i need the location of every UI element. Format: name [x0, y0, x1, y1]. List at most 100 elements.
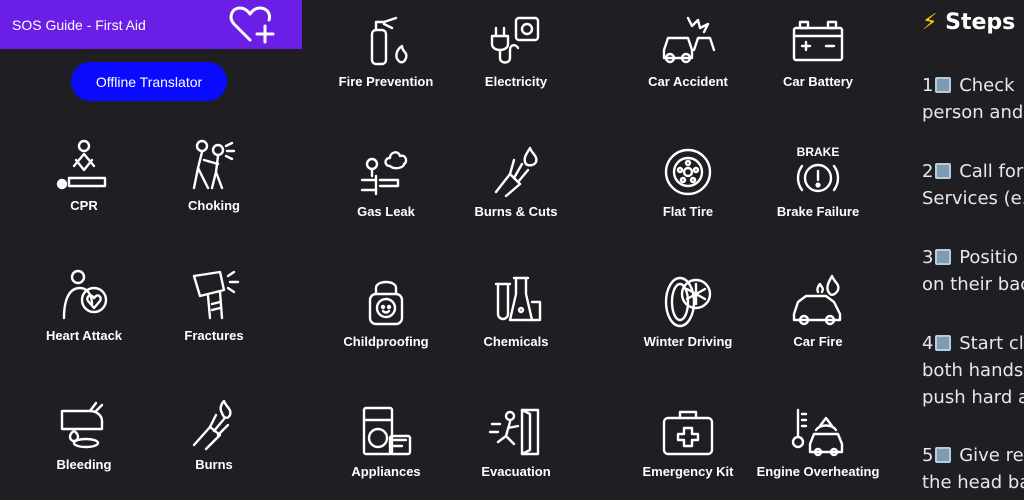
tile-label: Brake Failure	[776, 204, 860, 219]
emergency-exit-icon	[488, 408, 540, 456]
tire-icon	[664, 148, 712, 196]
burns-icon	[192, 399, 232, 451]
step-item: 3 Positio on their bac	[922, 244, 1024, 298]
tile-appliances[interactable]: Appliances	[321, 404, 451, 479]
step-item: 1 Check person and	[922, 72, 1023, 126]
tile-label: Burns & Cuts	[474, 204, 558, 219]
brake-label: BRAKE	[797, 145, 840, 159]
tile-label: Electricity	[484, 74, 548, 89]
tile-label: Fractures	[184, 328, 244, 343]
tile-label: CPR	[70, 198, 98, 213]
bleeding-icon	[60, 401, 104, 449]
tile-label: Choking	[188, 198, 240, 213]
gas-leak-icon	[360, 151, 408, 196]
tile-car-accident[interactable]: Car Accident	[623, 14, 753, 89]
step-number: 5	[922, 445, 934, 466]
tile-label: Bleeding	[56, 457, 112, 472]
step-text: Call for	[959, 161, 1024, 182]
step-number: 4	[922, 333, 934, 354]
tile-emergency-kit[interactable]: Emergency Kit	[623, 404, 753, 479]
offline-translator-button[interactable]: Offline Translator	[71, 62, 227, 101]
tile-label: Engine Overheating	[756, 464, 880, 479]
winter-tire-icon	[664, 276, 712, 328]
tile-chemicals[interactable]: Chemicals	[451, 274, 581, 349]
tile-electricity[interactable]: Electricity	[451, 14, 581, 89]
tile-bleeding[interactable]: Bleeding	[19, 397, 149, 472]
tile-gas-leak[interactable]: Gas Leak	[321, 144, 451, 219]
tile-label: Childproofing	[343, 334, 429, 349]
step-text: both hands	[922, 360, 1024, 381]
step-text: the head ba	[922, 472, 1024, 493]
tile-label: Evacuation	[481, 464, 551, 479]
steps-panel: ⚡ Steps 1 Check person and 2 Call for Se…	[922, 0, 1024, 500]
engine-overheating-icon	[791, 408, 844, 457]
tile-winter-driving[interactable]: Winter Driving	[623, 274, 753, 349]
lightning-icon: ⚡	[922, 10, 938, 35]
tile-fire-prevention[interactable]: Fire Prevention	[321, 14, 451, 89]
square-icon	[935, 447, 952, 463]
square-icon	[935, 249, 952, 265]
tile-childproofing[interactable]: Childproofing	[321, 274, 451, 349]
step-text: Check	[959, 75, 1015, 96]
tile-label: Winter Driving	[643, 334, 733, 349]
step-text: Start cl	[959, 333, 1024, 354]
step-item: 4 Start cl both hands push hard a	[922, 330, 1024, 411]
tile-brake-failure[interactable]: BRAKE Brake Failure	[753, 144, 883, 219]
tile-evacuation[interactable]: Evacuation	[451, 404, 581, 479]
step-text: Give re	[959, 445, 1024, 466]
tile-car-fire[interactable]: Car Fire	[753, 274, 883, 349]
child-lock-icon	[368, 280, 404, 326]
car-crash-icon	[662, 16, 716, 64]
step-item: 2 Call for Services (e.	[922, 158, 1024, 212]
steps-heading: ⚡ Steps	[922, 10, 1015, 35]
step-text: Services (e.	[922, 188, 1024, 209]
tile-label: Emergency Kit	[642, 464, 734, 479]
tile-label: Heart Attack	[45, 328, 123, 343]
tile-label: Car Fire	[793, 334, 843, 349]
tile-label: Flat Tire	[662, 204, 714, 219]
square-icon	[935, 77, 952, 93]
burned-hand-icon	[494, 146, 538, 198]
cpr-icon	[56, 139, 107, 190]
choking-icon	[192, 139, 236, 190]
electric-plug-icon	[490, 16, 540, 64]
square-icon	[935, 163, 952, 179]
tile-label: Gas Leak	[357, 204, 415, 219]
tile-engine-overheating[interactable]: Engine Overheating	[753, 404, 883, 479]
first-aid-kit-icon	[662, 410, 714, 456]
app-header: SOS Guide - First Aid	[0, 0, 302, 49]
heart-attack-icon	[62, 269, 108, 320]
appliances-icon	[362, 406, 412, 456]
tile-car-battery[interactable]: Car Battery	[753, 14, 883, 89]
tile-heart-attack[interactable]: Heart Attack	[19, 268, 149, 343]
step-number: 1	[922, 75, 934, 96]
tile-label: Car Battery	[782, 74, 854, 89]
tile-choking[interactable]: Choking	[149, 138, 279, 213]
step-number: 3	[922, 247, 934, 268]
fire-extinguisher-icon	[370, 16, 408, 66]
chemical-flask-icon	[494, 276, 542, 322]
step-text: Positio	[959, 247, 1018, 268]
tile-label: Appliances	[351, 464, 421, 479]
step-text: push hard a	[922, 387, 1024, 408]
brake-warning-icon: BRAKE	[797, 145, 840, 193]
tile-burns-cuts[interactable]: Burns & Cuts	[451, 144, 581, 219]
fractures-icon	[192, 270, 240, 320]
tile-label: Burns	[195, 457, 233, 472]
step-number: 2	[922, 161, 934, 182]
square-icon	[935, 335, 952, 351]
step-text: on their bac	[922, 274, 1024, 295]
tile-flat-tire[interactable]: Flat Tire	[623, 144, 753, 219]
car-battery-icon	[792, 20, 844, 62]
tile-fractures[interactable]: Fractures	[149, 268, 279, 343]
step-item: 5 Give re the head ba	[922, 442, 1024, 496]
steps-heading-text: Steps	[945, 10, 1016, 35]
car-fire-icon	[792, 274, 842, 326]
step-text: person and	[922, 102, 1024, 123]
tile-cpr[interactable]: CPR	[19, 138, 149, 213]
tile-label: Fire Prevention	[338, 74, 434, 89]
heart-plus-icon[interactable]	[228, 4, 280, 46]
app-title: SOS Guide - First Aid	[12, 16, 146, 33]
tile-label: Chemicals	[483, 334, 549, 349]
tile-burns[interactable]: Burns	[149, 397, 279, 472]
